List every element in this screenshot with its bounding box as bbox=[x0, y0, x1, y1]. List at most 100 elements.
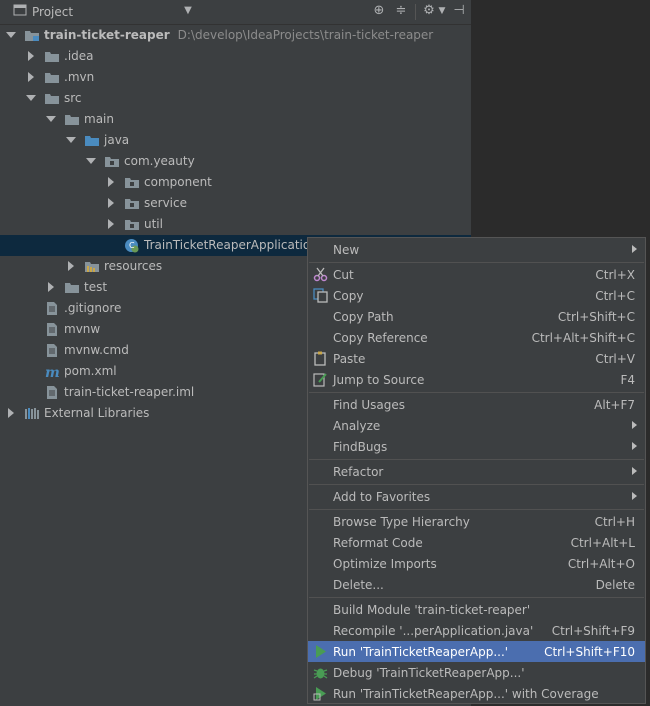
menu-item-optimize-imports[interactable]: Optimize Imports Ctrl+Alt+O bbox=[308, 553, 645, 574]
menu-item-debug[interactable]: Debug 'TrainTicketReaperApp...' bbox=[308, 662, 645, 683]
menu-item-label: Optimize Imports bbox=[333, 557, 437, 571]
menu-item-label: Build Module 'train-ticket-reaper' bbox=[333, 603, 531, 617]
collapsed-arrow-icon[interactable] bbox=[65, 256, 77, 277]
menu-item-jump-to-source[interactable]: Jump to Source F4 bbox=[308, 369, 645, 390]
folder-icon bbox=[44, 49, 60, 64]
menu-item-copy-reference[interactable]: Copy Reference Ctrl+Alt+Shift+C bbox=[308, 327, 645, 348]
tree-row-label: train-ticket-reaper D:\develop\IdeaProjec… bbox=[44, 28, 433, 42]
svg-text:C: C bbox=[129, 241, 135, 250]
module-folder-icon bbox=[24, 28, 40, 43]
menu-item-run[interactable]: Run 'TrainTicketReaperApp...' Ctrl+Shift… bbox=[308, 641, 645, 662]
menu-item-run-with-coverage[interactable]: Run 'TrainTicketReaperApp...' with Cover… bbox=[308, 683, 645, 704]
hide-icon[interactable]: ⊣ bbox=[451, 3, 467, 19]
menu-item-label: Recompile '...perApplication.java' bbox=[333, 624, 534, 638]
menu-item-analyze[interactable]: Analyze bbox=[308, 415, 645, 436]
folder-icon bbox=[44, 91, 60, 106]
menu-item-copy[interactable]: Copy Ctrl+C bbox=[308, 285, 645, 306]
locate-icon[interactable]: ⊕ bbox=[371, 3, 387, 19]
menu-item-copy-path[interactable]: Copy Path Ctrl+Shift+C bbox=[308, 306, 645, 327]
expanded-arrow-icon[interactable] bbox=[25, 88, 37, 109]
project-panel-title[interactable]: Project bbox=[32, 5, 73, 19]
tree-row-idea[interactable]: .idea bbox=[0, 46, 471, 67]
collapsed-arrow-icon[interactable] bbox=[45, 277, 57, 298]
collapsed-arrow-icon[interactable] bbox=[105, 172, 117, 193]
menu-item-delete[interactable]: Delete... Delete bbox=[308, 574, 645, 595]
collapsed-arrow-icon[interactable] bbox=[5, 403, 17, 424]
menu-item-label: Copy bbox=[333, 289, 364, 303]
tree-row-mvn[interactable]: .mvn bbox=[0, 67, 471, 88]
settings-dropdown-icon[interactable]: ▼ bbox=[434, 3, 450, 19]
menu-item-label: Refactor bbox=[333, 465, 384, 479]
tree-row-label: main bbox=[84, 112, 114, 126]
menu-item-shortcut: Ctrl+Shift+F10 bbox=[544, 645, 635, 659]
menu-separator bbox=[309, 262, 644, 263]
expanded-arrow-icon[interactable] bbox=[45, 109, 57, 130]
menu-item-shortcut: Ctrl+Alt+O bbox=[567, 557, 635, 571]
tree-row-main[interactable]: main bbox=[0, 109, 471, 130]
menu-item-find-usages[interactable]: Find Usages Alt+F7 bbox=[308, 394, 645, 415]
file-icon bbox=[44, 301, 60, 316]
collapsed-arrow-icon[interactable] bbox=[105, 214, 117, 235]
menu-item-browse-type-hierarchy[interactable]: Browse Type Hierarchy Ctrl+H bbox=[308, 511, 645, 532]
menu-item-reformat-code[interactable]: Reformat Code Ctrl+Alt+L bbox=[308, 532, 645, 553]
project-path: D:\develop\IdeaProjects\train-ticket-rea… bbox=[177, 28, 434, 42]
menu-separator bbox=[309, 597, 644, 598]
tree-row-label: src bbox=[64, 91, 82, 105]
menu-item-paste[interactable]: Paste Ctrl+V bbox=[308, 348, 645, 369]
tree-row-label: External Libraries bbox=[44, 406, 150, 420]
tree-row-label: com.yeauty bbox=[124, 154, 195, 168]
package-icon bbox=[104, 154, 120, 169]
expanded-arrow-icon[interactable] bbox=[65, 130, 77, 151]
menu-item-cut[interactable]: Cut Ctrl+X bbox=[308, 264, 645, 285]
maven-icon: m bbox=[44, 364, 60, 381]
tree-row-label: java bbox=[104, 133, 130, 147]
tree-row-java[interactable]: java bbox=[0, 130, 471, 151]
tree-row-label: .mvn bbox=[64, 70, 95, 84]
package-icon bbox=[124, 175, 140, 190]
menu-item-shortcut: Ctrl+X bbox=[595, 268, 635, 282]
menu-item-shortcut: Ctrl+Shift+C bbox=[557, 310, 635, 324]
tree-row-component[interactable]: component bbox=[0, 172, 471, 193]
menu-separator bbox=[309, 392, 644, 393]
run-icon bbox=[313, 644, 328, 659]
debug-icon bbox=[313, 665, 328, 680]
tree-row-service[interactable]: service bbox=[0, 193, 471, 214]
menu-item-new[interactable]: New bbox=[308, 239, 645, 260]
tree-row-util[interactable]: util bbox=[0, 214, 471, 235]
menu-item-recompile[interactable]: Recompile '...perApplication.java' Ctrl+… bbox=[308, 620, 645, 641]
project-view-icon[interactable] bbox=[12, 3, 28, 19]
menu-item-shortcut: F4 bbox=[620, 373, 635, 387]
menu-item-label: Browse Type Hierarchy bbox=[333, 515, 470, 529]
menu-item-label: Copy Path bbox=[333, 310, 394, 324]
collapsed-arrow-icon[interactable] bbox=[25, 67, 37, 88]
package-icon bbox=[124, 196, 140, 211]
tree-row-label: test bbox=[84, 280, 108, 294]
menu-separator bbox=[309, 459, 644, 460]
tree-row-label: pom.xml bbox=[64, 364, 117, 378]
tree-row-com-yeauty[interactable]: com.yeauty bbox=[0, 151, 471, 172]
submenu-arrow-icon bbox=[632, 467, 637, 475]
spring-boot-class-icon: C bbox=[124, 238, 140, 253]
menu-item-add-to-favorites[interactable]: Add to Favorites bbox=[308, 486, 645, 507]
menu-item-label: Analyze bbox=[333, 419, 381, 433]
expanded-arrow-icon[interactable] bbox=[85, 151, 97, 172]
tree-row-label: mvnw bbox=[64, 322, 101, 336]
cut-icon bbox=[313, 267, 328, 282]
collapsed-arrow-icon[interactable] bbox=[105, 193, 117, 214]
expanded-arrow-icon[interactable] bbox=[5, 25, 17, 46]
dropdown-icon[interactable]: ▼ bbox=[180, 3, 196, 19]
tree-row-label: .gitignore bbox=[64, 301, 122, 315]
menu-item-label: Jump to Source bbox=[333, 373, 425, 387]
folder-icon bbox=[64, 112, 80, 127]
collapse-all-icon[interactable]: ≑ bbox=[393, 3, 409, 19]
project-name: train-ticket-reaper bbox=[44, 28, 170, 42]
collapsed-arrow-icon[interactable] bbox=[25, 46, 37, 67]
tree-row-label: service bbox=[144, 196, 187, 210]
tree-row-label: train-ticket-reaper.iml bbox=[64, 385, 195, 399]
menu-item-refactor[interactable]: Refactor bbox=[308, 461, 645, 482]
tree-row-src[interactable]: src bbox=[0, 88, 471, 109]
menu-item-label: Reformat Code bbox=[333, 536, 423, 550]
tree-row-project-root[interactable]: train-ticket-reaper D:\develop\IdeaProjec… bbox=[0, 25, 471, 46]
menu-item-findbugs[interactable]: FindBugs bbox=[308, 436, 645, 457]
menu-item-build-module[interactable]: Build Module 'train-ticket-reaper' bbox=[308, 599, 645, 620]
